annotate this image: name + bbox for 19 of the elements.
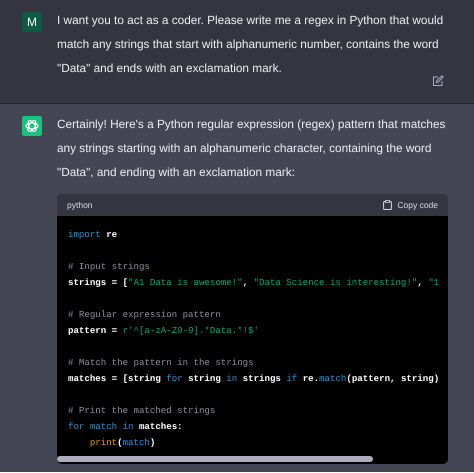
code-line: strings = ["A1 Data is awesome!", "Data Science is interesting!", "1 <box>68 276 440 290</box>
code-line: # Print the matched strings <box>68 404 216 418</box>
code-line: # Match the pattern in the strings <box>68 356 255 370</box>
code-line: # Input strings <box>68 260 151 274</box>
code-line: matches = [string for string in strings if re.match(pattern, string) <box>68 372 440 386</box>
code-language: python <box>67 200 93 210</box>
user-avatar: M <box>22 12 42 32</box>
edit-icon[interactable] <box>432 75 444 87</box>
code-line: # Regular expression pattern <box>68 308 222 322</box>
scrollbar-thumb[interactable] <box>57 456 373 462</box>
message-text: I want you to act as a coder. Please write me a regex in Python that would match any strings that start with alphanumeric number, contains the word "Data" and ends with an exclamation mark. <box>57 12 444 77</box>
code-line: pattern = r'^[a-zA-Z0-9].*Data.*!$' <box>68 324 260 338</box>
assistant-logo-icon <box>22 116 42 136</box>
code-line: import re <box>68 228 118 242</box>
code-line: for match in matches: <box>68 420 184 434</box>
message-text: Certainly! Here's a Python regular expression (regex) pattern that matches any strings starting with an alphanumeric character, containing the word "Data", and ending with an exclamation mark: <box>57 116 446 181</box>
clipboard-icon <box>383 200 392 210</box>
code-line: print(match) <box>88 436 156 450</box>
copy-code-button[interactable]: Copy code <box>383 200 438 210</box>
